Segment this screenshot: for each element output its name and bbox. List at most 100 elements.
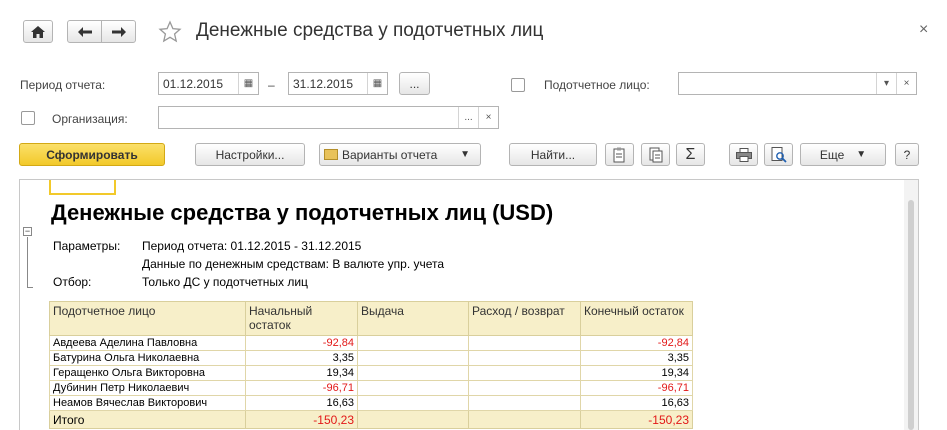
period-to-value: 31.12.2015 <box>293 76 354 91</box>
active-cell-marker <box>49 180 116 195</box>
back-button[interactable] <box>67 20 102 43</box>
cell-expense <box>468 395 581 411</box>
calendar-icon[interactable]: ▦ <box>367 73 387 94</box>
cell-total-start: -150,23 <box>245 410 358 429</box>
period-from-value: 01.12.2015 <box>163 76 224 91</box>
filter-value: Только ДС у подотчетных лиц <box>142 275 308 289</box>
table-row: Батурина Ольга Николаевна 3,35 3,35 <box>49 350 693 366</box>
scrollbar-thumb[interactable] <box>908 200 914 430</box>
column-header: Начальный остаток <box>245 301 358 336</box>
help-button[interactable]: ? <box>895 143 919 166</box>
table-row: Неамов Вячеслав Викторович 16,63 16,63 <box>49 395 693 411</box>
clear-icon[interactable]: × <box>478 107 498 128</box>
cell-end: 16,63 <box>580 395 693 411</box>
report-area[interactable]: − Денежные средства у подотчетных лиц (U… <box>19 179 919 430</box>
cell-person: Дубинин Петр Николаевич <box>49 380 246 396</box>
cell-start: 19,34 <box>245 365 358 381</box>
clipboard-icon <box>613 147 624 162</box>
cell-person: Неамов Вячеслав Викторович <box>49 395 246 411</box>
cell-issue <box>357 350 469 366</box>
period-to-field[interactable]: 31.12.2015 ▦ <box>288 72 388 95</box>
vertical-scrollbar[interactable] <box>904 180 918 430</box>
print-preview-icon <box>771 146 787 163</box>
cell-total-issue <box>357 410 469 429</box>
table-header-row: Подотчетное лицо Начальный остаток Выдач… <box>49 301 693 336</box>
preview-button[interactable] <box>764 143 793 166</box>
sum-button[interactable]: Σ <box>676 143 705 166</box>
period-select-button[interactable]: ... <box>399 72 430 95</box>
cell-start: 16,63 <box>245 395 358 411</box>
report-variants-button[interactable]: Варианты отчета ▼ <box>319 143 481 166</box>
printer-icon <box>735 147 752 162</box>
table-total-row: Итого -150,23 -150,23 <box>49 410 693 429</box>
person-filter-checkbox[interactable] <box>511 78 525 92</box>
chevron-down-icon: ▼ <box>460 149 470 160</box>
cell-person: Авдеева Аделина Павловна <box>49 335 246 351</box>
cell-issue <box>357 365 469 381</box>
period-label: Период отчета: <box>20 78 106 92</box>
cell-start: 3,35 <box>245 350 358 366</box>
collapse-group-icon[interactable]: − <box>23 227 32 236</box>
group-bracket-end <box>27 287 33 288</box>
table-row: Авдеева Аделина Павловна -92,84 -92,84 <box>49 335 693 351</box>
cell-expense <box>468 365 581 381</box>
cell-person: Батурина Ольга Николаевна <box>49 350 246 366</box>
cell-end: -92,84 <box>580 335 693 351</box>
arrow-left-icon <box>77 26 92 37</box>
cell-issue <box>357 380 469 396</box>
cell-expense <box>468 380 581 396</box>
org-filter-checkbox[interactable] <box>21 111 35 125</box>
copy-to-clipboard-button[interactable] <box>605 143 634 166</box>
cell-end: 19,34 <box>580 365 693 381</box>
cell-total-expense <box>468 410 581 429</box>
table-row: Геращенко Ольга Викторовна 19,34 19,34 <box>49 365 693 381</box>
close-icon[interactable]: × <box>919 21 928 39</box>
cell-end: -96,71 <box>580 380 693 396</box>
cell-expense <box>468 350 581 366</box>
column-header-text: Начальный остаток <box>249 304 313 332</box>
params-currency: Данные по денежным средствам: В валюте у… <box>142 257 445 271</box>
clear-icon[interactable]: × <box>896 73 916 94</box>
cell-total-end: -150,23 <box>580 410 693 429</box>
report-table: Подотчетное лицо Начальный остаток Выдач… <box>49 301 693 429</box>
person-field[interactable]: ▾ × <box>678 72 917 95</box>
cell-expense <box>468 335 581 351</box>
settings-button[interactable]: Настройки... <box>195 143 305 166</box>
cell-issue <box>357 335 469 351</box>
person-label: Подотчетное лицо: <box>544 78 650 92</box>
cell-end: 3,35 <box>580 350 693 366</box>
report-title: Денежные средства у подотчетных лиц (USD… <box>51 200 554 225</box>
calendar-icon[interactable]: ▦ <box>238 73 258 94</box>
paste-button[interactable] <box>641 143 670 166</box>
generate-button[interactable]: Сформировать <box>19 143 165 166</box>
group-bracket-line <box>27 237 28 288</box>
home-icon <box>31 25 45 38</box>
folder-icon <box>324 149 338 160</box>
favorite-star-icon[interactable] <box>158 20 182 47</box>
cell-start: -96,71 <box>245 380 358 396</box>
cell-start: -92,84 <box>245 335 358 351</box>
print-button[interactable] <box>729 143 758 166</box>
column-header: Подотчетное лицо <box>49 301 246 336</box>
document-copy-icon <box>649 147 662 162</box>
table-row: Дубинин Петр Николаевич -96,71 -96,71 <box>49 380 693 396</box>
dropdown-icon[interactable]: ▾ <box>876 73 896 94</box>
chevron-down-icon: ▼ <box>856 149 867 160</box>
org-label: Организация: <box>52 112 128 126</box>
column-header-text: Конечный остаток <box>584 304 684 318</box>
page-title: Денежные средства у подотчетных лиц <box>196 20 544 41</box>
column-header: Конечный остаток <box>580 301 693 336</box>
select-more-icon[interactable]: ... <box>458 107 478 128</box>
arrow-right-icon <box>111 26 126 37</box>
period-from-field[interactable]: 01.12.2015 ▦ <box>158 72 259 95</box>
cell-issue <box>357 395 469 411</box>
cell-total-label: Итого <box>49 410 246 429</box>
org-field[interactable]: ... × <box>158 106 499 129</box>
home-button[interactable] <box>23 20 53 43</box>
more-button[interactable]: Еще ▼ <box>800 143 886 166</box>
filter-label: Отбор: <box>53 275 92 289</box>
forward-button[interactable] <box>101 20 136 43</box>
find-button[interactable]: Найти... <box>509 143 597 166</box>
report-variants-label: Варианты отчета <box>342 147 438 162</box>
column-header: Расход / возврат <box>468 301 581 336</box>
